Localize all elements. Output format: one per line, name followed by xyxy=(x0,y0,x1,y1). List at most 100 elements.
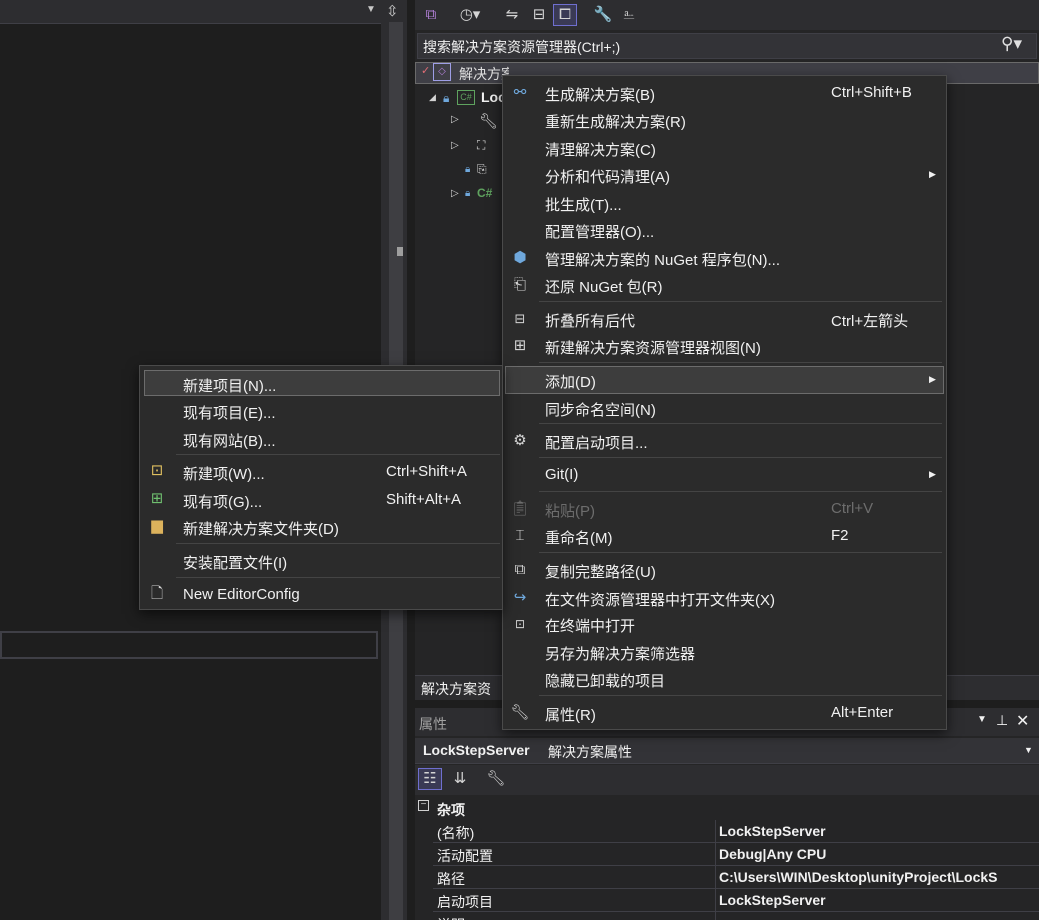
menu-item-new-editorconfig[interactable]: 🗋 New EditorConfig xyxy=(144,582,500,608)
menu-item-existing-project[interactable]: 现有项目(E)... xyxy=(144,398,500,424)
menu-item-configuration-manager[interactable]: 配置管理器(O)... xyxy=(505,217,944,243)
menu-item-open-in-explorer[interactable]: ↪ 在文件资源管理器中打开文件夹(X) xyxy=(505,585,944,611)
open-folder-icon: ↪ xyxy=(513,589,527,606)
nuget-icon: ⬢ xyxy=(513,249,527,266)
collapse-all-icon[interactable]: ⊟ xyxy=(528,5,550,25)
tab-solution-explorer[interactable]: 解决方案资 xyxy=(421,679,491,699)
property-row[interactable]: 活动配置 Debug|Any CPU xyxy=(433,843,1039,866)
solution-explorer-toolbar: ⧉ ◷▾ ⇋ ⊟ ⧠ 🔧 ⎁ xyxy=(415,0,1039,30)
search-icon[interactable]: ⚲▾ xyxy=(1001,34,1022,54)
chevron-down-icon[interactable]: ▼ xyxy=(977,714,987,725)
lock-icon: 🔒︎ xyxy=(443,91,450,105)
split-editor-icon[interactable]: ⇳ xyxy=(386,2,399,20)
menu-item-install-config[interactable]: 安装配置文件(I) xyxy=(144,548,500,574)
menu-item-existing-item[interactable]: ⊞ 现有项(G)... Shift+Alt+A xyxy=(144,487,500,513)
menu-item-clean-solution[interactable]: 清理解决方案(C) xyxy=(505,135,944,161)
submenu-arrow-icon: ▶ xyxy=(929,374,936,384)
expand-arrow-icon[interactable]: ◢ xyxy=(429,92,436,103)
menu-separator xyxy=(539,552,942,553)
rename-icon: ⌶ xyxy=(515,527,525,544)
property-name: 活动配置 xyxy=(437,848,493,864)
menu-item-git[interactable]: Git(I) ▶ xyxy=(505,462,944,488)
build-icon: ⚯ xyxy=(513,84,527,101)
menu-item-restore-nuget[interactable]: ⎗ 还原 NuGet 包(R) xyxy=(505,272,944,298)
csharp-file-icon: C# xyxy=(477,186,493,200)
menu-item-set-startup-projects[interactable]: ⚙ 配置启动项目... xyxy=(505,428,944,454)
pin-icon[interactable]: ⊥ xyxy=(996,712,1008,729)
property-value: LockStepServer xyxy=(719,823,826,839)
menu-item-rename[interactable]: ⌶ 重命名(M) F2 xyxy=(505,523,944,549)
menu-item-add[interactable]: 添加(D) ▶ xyxy=(505,366,944,394)
menu-item-rebuild-solution[interactable]: 重新生成解决方案(R) xyxy=(505,107,944,133)
sync-icon[interactable]: ⇋ xyxy=(501,5,523,25)
menu-item-properties[interactable]: 🔧︎ 属性(R) Alt+Enter xyxy=(505,700,944,726)
wrench-icon: 🔧︎ xyxy=(510,704,530,721)
menu-separator xyxy=(176,454,500,455)
divider xyxy=(715,820,716,843)
history-icon[interactable]: ◷▾ xyxy=(459,5,481,25)
properties-icon[interactable]: 🔧 xyxy=(592,5,614,25)
existing-item-icon: ⊞ xyxy=(150,490,164,507)
menu-separator xyxy=(539,301,942,302)
scrollbar-thumb[interactable] xyxy=(397,247,403,256)
chevron-down-icon[interactable]: ▼ xyxy=(1024,745,1033,755)
menu-item-manage-nuget[interactable]: ⬢ 管理解决方案的 NuGet 程序包(N)... xyxy=(505,245,944,271)
menu-separator xyxy=(539,457,942,458)
property-name: 说明 xyxy=(437,915,465,920)
property-value: LockStepServer xyxy=(719,892,826,908)
property-pages-icon[interactable]: 🔧︎ xyxy=(485,769,507,789)
expand-arrow-icon[interactable]: ▷ xyxy=(451,114,459,125)
search-placeholder: 搜索解决方案资源管理器(Ctrl+;) xyxy=(423,39,621,55)
menu-item-copy-full-path[interactable]: ⧉ 复制完整路径(U) xyxy=(505,557,944,583)
menu-item-build-solution[interactable]: ⚯ 生成解决方案(B) Ctrl+Shift+B xyxy=(505,80,944,106)
expand-arrow-icon[interactable]: ▷ xyxy=(451,188,459,199)
menu-item-new-item[interactable]: ⊡ 新建项(W)... Ctrl+Shift+A xyxy=(144,459,500,485)
restore-icon: ⎗ xyxy=(513,276,526,293)
chevron-down-icon[interactable]: ▼ xyxy=(366,4,376,15)
expand-arrow-icon[interactable]: ▷ xyxy=(451,140,459,151)
menu-item-batch-build[interactable]: 批生成(T)... xyxy=(505,190,944,216)
properties-toolbar: ☷ ⇊ 🔧︎ xyxy=(415,765,1039,795)
menu-item-hide-unloaded[interactable]: 隐藏已卸载的项目 xyxy=(505,666,944,692)
property-name: (名称) xyxy=(437,825,475,841)
menu-item-new-solution-folder[interactable]: ▆ 新建解决方案文件夹(D) xyxy=(144,514,500,540)
config-file-icon: ⎘ xyxy=(477,162,487,176)
menu-separator xyxy=(539,362,942,363)
properties-title: 属性 xyxy=(419,716,447,732)
menu-item-save-as-filter[interactable]: 另存为解决方案筛选器 xyxy=(505,639,944,665)
menu-item-open-in-terminal[interactable]: ⊡ 在终端中打开 xyxy=(505,611,944,637)
property-row[interactable]: 启动项目 LockStepServer xyxy=(433,889,1039,912)
menu-item-paste[interactable]: 📋︎ 粘贴(P) Ctrl+V xyxy=(505,496,944,522)
property-value: C:\Users\WIN\Desktop\unityProject\LockS xyxy=(719,869,998,885)
menu-item-existing-website[interactable]: 现有网站(B)... xyxy=(144,426,500,452)
wrench-icon: 🔧︎ xyxy=(479,113,499,130)
output-input[interactable] xyxy=(0,631,378,659)
collapse-icon[interactable]: − xyxy=(418,800,429,811)
alphabetical-icon[interactable]: ⇊ xyxy=(449,769,471,789)
property-row[interactable]: (名称) LockStepServer xyxy=(433,820,1039,843)
new-item-icon: ⊡ xyxy=(150,462,164,479)
new-view-icon: ⊞ xyxy=(513,337,527,354)
menu-item-new-explorer-view[interactable]: ⊞ 新建解决方案资源管理器视图(N) xyxy=(505,333,944,359)
copy-icon: ⧉ xyxy=(514,561,526,578)
divider xyxy=(715,843,716,866)
menu-item-analyze[interactable]: 分析和代码清理(A) ▶ xyxy=(505,162,944,188)
vs-solution-icon[interactable]: ⧉ xyxy=(420,5,442,25)
dependencies-icon: ⛶ xyxy=(477,138,486,152)
submenu-arrow-icon: ▶ xyxy=(929,169,936,179)
paste-icon: 📋︎ xyxy=(510,500,530,517)
lock-icon: 🔒︎ xyxy=(465,188,471,199)
close-icon[interactable]: ✕ xyxy=(1016,711,1029,731)
menu-item-collapse-all[interactable]: ⊟ 折叠所有后代 Ctrl+左箭头 xyxy=(505,306,944,332)
property-row[interactable]: 说明 xyxy=(433,912,1039,920)
categorized-icon[interactable]: ☷ xyxy=(418,768,442,790)
menu-item-sync-namespaces[interactable]: 同步命名空间(N) xyxy=(505,395,944,421)
solution-icon: ◇ xyxy=(433,63,451,81)
property-row[interactable]: 路径 C:\Users\WIN\Desktop\unityProject\Loc… xyxy=(433,866,1039,889)
show-all-files-icon[interactable]: ⧠ xyxy=(553,4,577,26)
preview-icon[interactable]: ⎁ xyxy=(618,5,640,25)
divider xyxy=(715,912,716,920)
terminal-icon: ⊡ xyxy=(514,617,526,631)
menu-item-new-project[interactable]: 新建项目(N)... xyxy=(144,370,500,396)
property-category-label: 杂项 xyxy=(437,802,465,818)
